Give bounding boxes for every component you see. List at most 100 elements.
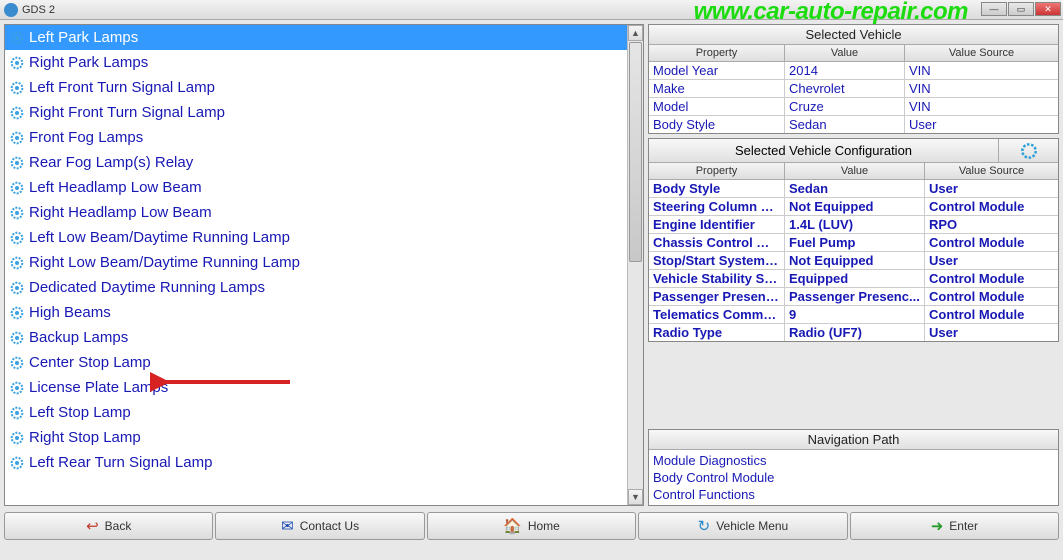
enter-button[interactable]: ➜ Enter [850, 512, 1059, 540]
cell-property: Vehicle Stability Sys... [649, 270, 785, 287]
table-row[interactable]: Passenger Presence...Passenger Presenc..… [649, 288, 1058, 306]
cell-source: User [925, 252, 1058, 269]
back-button[interactable]: ↩ Back [4, 512, 213, 540]
table-row[interactable]: Radio TypeRadio (UF7)User [649, 324, 1058, 341]
list-item[interactable]: License Plate Lamps [5, 375, 627, 400]
function-list: Left Park Lamps Right Park Lamps Left Fron… [5, 25, 627, 505]
table-row[interactable]: Steering Column Lo...Not EquippedControl… [649, 198, 1058, 216]
cell-value: 9 [785, 306, 925, 323]
gear-icon [9, 330, 25, 346]
cell-property: Passenger Presence... [649, 288, 785, 305]
gear-icon [9, 180, 25, 196]
right-pane: Selected Vehicle Property Value Value So… [648, 24, 1059, 506]
watermark: www.car-auto-repair.com [694, 0, 968, 26]
list-item-label: Rear Fog Lamp(s) Relay [29, 154, 193, 171]
list-item[interactable]: Left Low Beam/Daytime Running Lamp [5, 225, 627, 250]
list-item[interactable]: High Beams [5, 300, 627, 325]
nav-item[interactable]: Module Diagnostics [653, 452, 1054, 469]
table-row[interactable]: Vehicle Stability Sys...EquippedControl … [649, 270, 1058, 288]
table-row[interactable]: Telematics Commun...9Control Module [649, 306, 1058, 324]
cell-value: 2014 [785, 62, 905, 79]
window-buttons: — ▭ ✕ [981, 2, 1061, 16]
home-button[interactable]: 🏠 Home [427, 512, 636, 540]
cell-property: Steering Column Lo... [649, 198, 785, 215]
table-row[interactable]: Body StyleSedanUser [649, 180, 1058, 198]
cell-value: Equipped [785, 270, 925, 287]
list-item[interactable]: Center Stop Lamp [5, 350, 627, 375]
cell-value: Passenger Presenc... [785, 288, 925, 305]
maximize-button[interactable]: ▭ [1008, 2, 1034, 16]
navigation-title: Navigation Path [649, 430, 1058, 450]
list-item[interactable]: Left Stop Lamp [5, 400, 627, 425]
list-item[interactable]: Left Headlamp Low Beam [5, 175, 627, 200]
nav-item[interactable]: Control Functions [653, 486, 1054, 503]
table-row[interactable]: Model Year2014VIN [649, 62, 1058, 80]
header-source: Value Source [905, 45, 1058, 61]
contact-label: Contact Us [300, 519, 359, 533]
list-item[interactable]: Rear Fog Lamp(s) Relay [5, 150, 627, 175]
vehicle-config-header: Selected Vehicle Configuration [649, 139, 1058, 163]
list-item-label: License Plate Lamps [29, 379, 168, 396]
refresh-button[interactable] [998, 139, 1058, 162]
list-item[interactable]: Right Front Turn Signal Lamp [5, 100, 627, 125]
back-icon: ↩ [86, 517, 99, 535]
table-row[interactable]: Body StyleSedanUser [649, 116, 1058, 133]
reload-icon: ↻ [698, 517, 711, 535]
footer: ↩ Back ✉ Contact Us 🏠 Home ↻ Vehicle Men… [0, 510, 1063, 542]
cell-value: Not Equipped [785, 252, 925, 269]
list-item[interactable]: Right Stop Lamp [5, 425, 627, 450]
list-item[interactable]: Right Park Lamps [5, 50, 627, 75]
gear-icon [9, 130, 25, 146]
vehicle-config-panel: Selected Vehicle Configuration Property … [648, 138, 1059, 342]
scroll-up-button[interactable]: ▲ [628, 25, 643, 41]
gear-icon [9, 405, 25, 421]
cell-source: User [905, 116, 1058, 133]
table-row[interactable]: MakeChevroletVIN [649, 80, 1058, 98]
scroll-thumb[interactable] [629, 42, 642, 262]
cell-source: Control Module [925, 306, 1058, 323]
list-item[interactable]: Backup Lamps [5, 325, 627, 350]
list-item-label: Right Headlamp Low Beam [29, 204, 212, 221]
scrollbar[interactable]: ▲ ▼ [627, 25, 643, 505]
main: Left Park Lamps Right Park Lamps Left Fron… [0, 20, 1063, 510]
list-item[interactable]: Left Park Lamps [5, 25, 627, 50]
cell-value: Chevrolet [785, 80, 905, 97]
table-row[interactable]: Engine Identifier1.4L (LUV)RPO [649, 216, 1058, 234]
list-item-label: Right Low Beam/Daytime Running Lamp [29, 254, 300, 271]
list-pane: Left Park Lamps Right Park Lamps Left Fron… [4, 24, 644, 506]
list-item-label: Left Low Beam/Daytime Running Lamp [29, 229, 290, 246]
vehicle-config-rows: Body StyleSedanUserSteering Column Lo...… [649, 180, 1058, 341]
selected-vehicle-header: Property Value Value Source [649, 45, 1058, 62]
close-button[interactable]: ✕ [1035, 2, 1061, 16]
titlebar: GDS 2 www.car-auto-repair.com — ▭ ✕ [0, 0, 1063, 20]
table-row[interactable]: Stop/Start System (K...Not EquippedUser [649, 252, 1058, 270]
table-row[interactable]: ModelCruzeVIN [649, 98, 1058, 116]
list-item[interactable]: Left Front Turn Signal Lamp [5, 75, 627, 100]
nav-item[interactable]: Body Control Module [653, 469, 1054, 486]
selected-vehicle-panel: Selected Vehicle Property Value Value So… [648, 24, 1059, 134]
gear-icon [9, 105, 25, 121]
list-item[interactable]: Left Rear Turn Signal Lamp [5, 450, 627, 475]
scroll-down-button[interactable]: ▼ [628, 489, 643, 505]
contact-button[interactable]: ✉ Contact Us [215, 512, 424, 540]
cell-source: RPO [925, 216, 1058, 233]
list-item[interactable]: Right Low Beam/Daytime Running Lamp [5, 250, 627, 275]
list-item-label: Right Park Lamps [29, 54, 148, 71]
gear-icon [9, 355, 25, 371]
table-row[interactable]: Chassis Control Mo...Fuel PumpControl Mo… [649, 234, 1058, 252]
list-item[interactable]: Front Fog Lamps [5, 125, 627, 150]
list-item-label: Left Front Turn Signal Lamp [29, 79, 215, 96]
cell-property: Radio Type [649, 324, 785, 341]
gear-icon [9, 55, 25, 71]
gear-icon [9, 205, 25, 221]
cell-value: Sedan [785, 180, 925, 197]
vehicle-menu-button[interactable]: ↻ Vehicle Menu [638, 512, 847, 540]
cell-value: Cruze [785, 98, 905, 115]
minimize-button[interactable]: — [981, 2, 1007, 16]
list-item[interactable]: Dedicated Daytime Running Lamps [5, 275, 627, 300]
selected-vehicle-title: Selected Vehicle [649, 25, 1058, 45]
list-item-label: Backup Lamps [29, 329, 128, 346]
list-item-label: Center Stop Lamp [29, 354, 151, 371]
status-bar [0, 542, 1063, 556]
list-item[interactable]: Right Headlamp Low Beam [5, 200, 627, 225]
